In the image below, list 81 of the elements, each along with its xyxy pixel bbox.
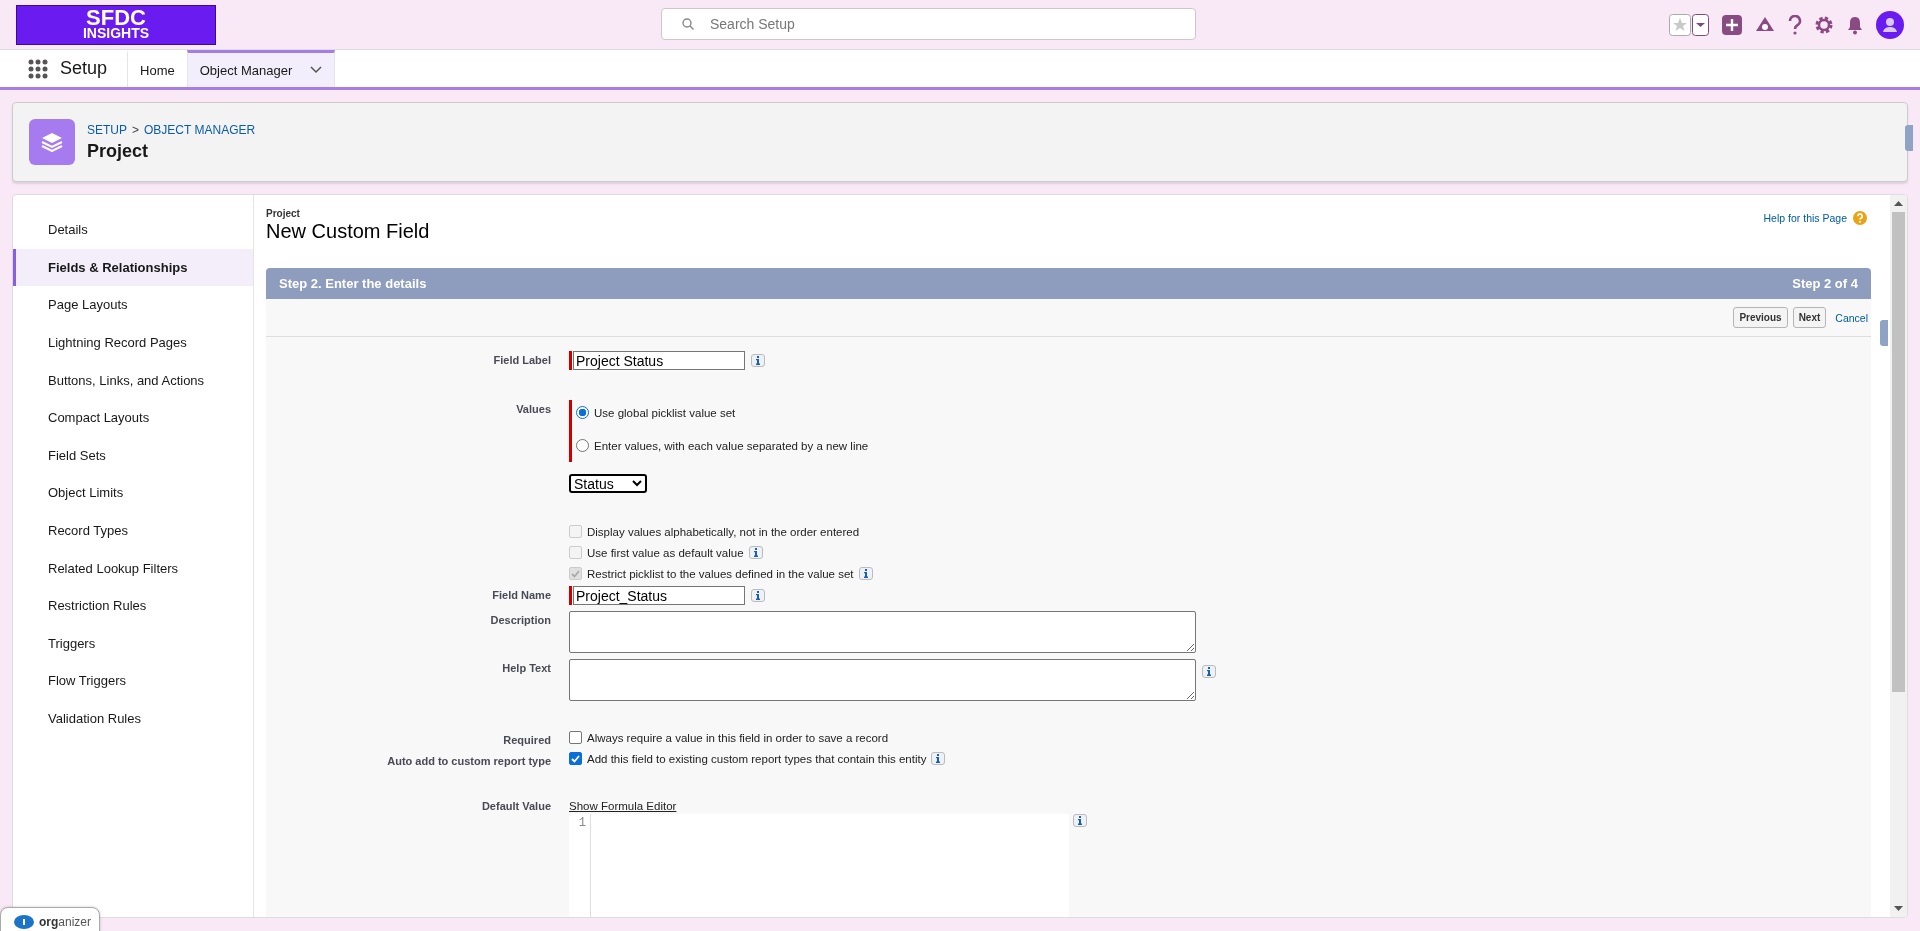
notification-bell-icon[interactable] [1846,14,1864,35]
option-label: Enter values, with each value separated by a new line [594,439,869,452]
search-icon [682,18,694,30]
sidebar-item[interactable]: Lightning Record Pages [13,323,253,362]
sidebar-item[interactable]: Triggers [13,624,253,663]
breadcrumb-separator: > [132,122,140,137]
text-input[interactable]: Project Status [573,351,745,370]
scroll-up-icon[interactable] [1894,200,1903,206]
line-number: 1 [578,816,586,830]
option-label: Restrict picklist to the values defined in the value set [587,567,854,580]
scroll-down-icon[interactable] [1894,906,1903,912]
field-label: Description [490,614,551,626]
field-label: Required [503,734,551,746]
option-label: Use global picklist value set [594,406,736,419]
text-area[interactable] [569,659,1196,701]
panel-handle[interactable] [1905,125,1913,151]
info-icon[interactable] [1202,665,1216,678]
settings-icon[interactable] [1814,14,1834,35]
add-icon[interactable] [1722,14,1742,35]
panel-handle[interactable] [1880,320,1888,346]
chevron-down-icon[interactable] [310,66,323,74]
logo[interactable]: SFDC INSIGHTS [16,4,216,45]
field-label: Field Label [493,354,551,366]
help-link[interactable]: Help for this Page [1763,212,1847,224]
breadcrumb-link[interactable]: OBJECT MANAGER [144,122,256,137]
chevron-down-icon[interactable] [632,480,642,487]
step-button[interactable]: Previous [1733,307,1788,328]
field-label: Auto add to custom report type [387,755,551,767]
nav-tab[interactable]: Home [127,50,187,87]
sidebar-item[interactable]: Details [13,211,253,249]
object-name: Project [266,208,300,219]
option-label: Add this field to existing custom report types that contain this entity [587,752,927,765]
step-count: Step 2 of 4 [1792,276,1858,291]
search-field[interactable]: Search Setup [661,8,1196,40]
form-title: New Custom Field [266,220,430,243]
info-icon[interactable] [1073,814,1087,827]
sidebar-item[interactable]: Field Sets [13,436,253,475]
breadcrumb-link[interactable]: SETUP [87,122,127,137]
formula-editor[interactable]: 1 [569,814,1069,917]
formula-editor-link[interactable]: Show Formula Editor [569,800,1087,812]
field-label: Field Name [492,589,551,601]
sidebar-item[interactable]: Restriction Rules [13,586,253,625]
text-input[interactable]: Project_Status [573,586,745,605]
organizer-badge[interactable]: organizer [0,907,100,931]
option-label: Use first value as default value [587,546,744,559]
radio-button[interactable] [576,439,589,452]
option-label: Display values alphabetically, not in the order entered [587,525,860,538]
info-icon[interactable] [751,354,765,367]
sidebar-item[interactable]: Object Limits [13,474,253,512]
field-label: Values [516,403,551,415]
layers-icon [29,119,75,165]
step-title: Step 2. Enter the details [279,276,427,291]
picklist-select[interactable]: Status [569,474,647,493]
scrollbar[interactable] [1890,195,1907,917]
option-label: Always require a value in this field in order to save a record [587,731,889,744]
checkbox[interactable] [569,731,582,744]
app-name: Setup [60,58,108,79]
radio-button[interactable] [576,406,589,419]
sidebar-item[interactable]: Flow Triggers [13,662,253,700]
search-input[interactable]: Search Setup [708,15,1152,33]
page-title: Project [87,140,150,162]
sidebar-item[interactable]: Fields & Relationships [13,248,253,287]
nav-tab[interactable]: Object Manager [186,50,336,87]
sidebar-item[interactable]: Related Lookup Filters [13,549,253,587]
avatar-icon[interactable] [1876,10,1904,39]
field-label: Default Value [481,800,551,812]
favorites-icon[interactable] [1669,13,1710,36]
sidebar-item[interactable]: Validation Rules [13,699,253,738]
sidebar-item[interactable]: Buttons, Links, and Actions [13,361,253,399]
sidebar-item[interactable]: Compact Layouts [13,398,253,437]
step-button[interactable]: Next [1792,307,1827,328]
cancel-link[interactable]: Cancel [1835,311,1868,324]
sidebar-item[interactable]: Page Layouts [13,286,253,324]
info-icon[interactable] [931,752,946,765]
text-area[interactable] [569,611,1196,653]
sidebar-item[interactable]: Record Types [13,511,253,550]
info-icon[interactable] [751,589,765,602]
field-label: Help Text [502,662,551,674]
checkbox[interactable] [569,752,582,765]
app-launcher-icon[interactable] [28,58,48,79]
help-icon[interactable] [1788,14,1802,35]
